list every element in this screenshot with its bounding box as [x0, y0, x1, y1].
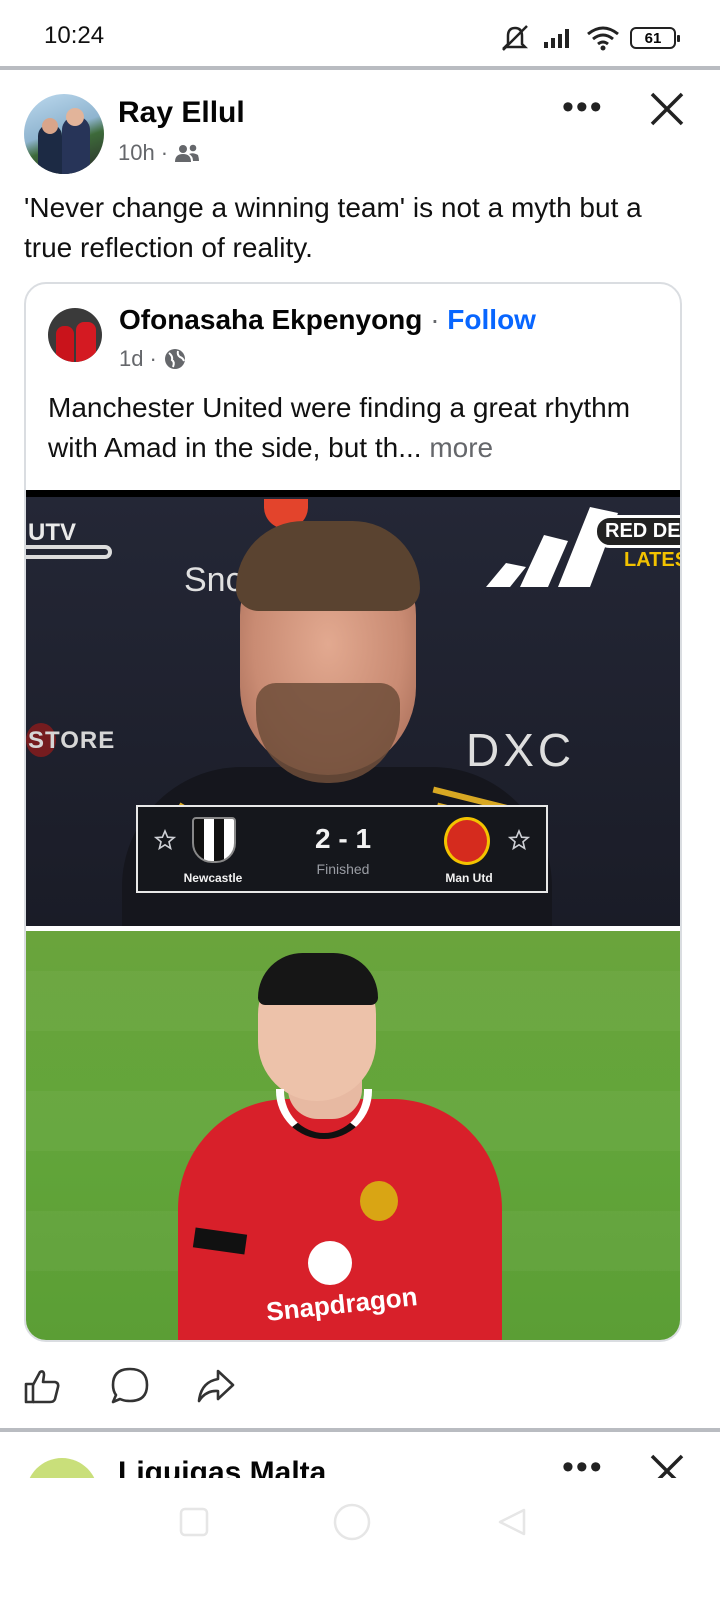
comment-icon[interactable] — [110, 1366, 150, 1406]
more-options-icon[interactable]: ••• — [562, 90, 604, 124]
home-button-icon[interactable] — [332, 1502, 372, 1542]
shared-author[interactable]: Ofonasaha Ekpenyong — [119, 304, 422, 335]
player-image[interactable]: Snapdragon — [26, 928, 680, 1340]
favorite-star-icon — [154, 829, 176, 851]
press-conference-image[interactable]: UTV Snc RED DEV LATES STORE DXC Newcastl… — [26, 490, 682, 926]
like-icon[interactable] — [22, 1366, 62, 1406]
shared-time[interactable]: 1d — [119, 346, 143, 372]
back-button-icon[interactable] — [496, 1506, 528, 1538]
close-icon[interactable] — [648, 90, 686, 128]
friends-icon — [175, 144, 200, 162]
recents-button-icon[interactable] — [178, 1506, 210, 1538]
wifi-icon — [587, 26, 619, 51]
post-author[interactable]: Ray Ellul — [118, 96, 245, 130]
away-team: Man Utd — [445, 871, 493, 885]
shared-author-line: Ofonasaha Ekpenyong · Follow — [119, 304, 536, 336]
see-more-link[interactable]: more — [429, 432, 493, 463]
author-separator: · — [430, 304, 440, 335]
utv-logo: UTV — [28, 519, 76, 546]
shared-text: Manchester United were finding a great r… — [48, 388, 668, 468]
shared-author-avatar[interactable] — [48, 308, 102, 362]
backdrop-sponsor: Snc — [184, 561, 243, 599]
signal-icon — [544, 29, 569, 48]
close-icon[interactable] — [648, 1452, 686, 1478]
share-icon[interactable] — [196, 1366, 236, 1406]
battery-icon: 61 — [630, 27, 680, 49]
globe-icon — [164, 349, 185, 369]
man-utd-crest — [444, 817, 490, 865]
post-time[interactable]: 10h — [118, 140, 155, 166]
favorite-star-icon — [508, 829, 530, 851]
shared-meta-separator: · — [149, 346, 157, 371]
status-bar: 10:24 61 — [0, 0, 720, 70]
next-post: Liquigas Malta ••• — [0, 1432, 720, 1478]
post-actions — [0, 1360, 720, 1420]
home-team: Newcastle — [183, 871, 243, 885]
follow-button[interactable]: Follow — [447, 304, 536, 335]
match-status: Finished — [316, 861, 370, 877]
divider — [0, 66, 720, 70]
post-meta: 10h · — [118, 140, 200, 166]
status-icons: 61 — [498, 24, 680, 52]
system-nav-bar — [0, 1478, 720, 1600]
more-options-icon[interactable]: ••• — [562, 1450, 604, 1478]
next-post-author[interactable]: Liquigas Malta — [118, 1456, 326, 1478]
author-avatar[interactable] — [24, 94, 104, 174]
status-time: 10:24 — [44, 22, 105, 49]
shared-text-body: Manchester United were finding a great r… — [48, 392, 631, 463]
dxc-logo: DXC — [466, 724, 576, 776]
mute-icon — [501, 25, 529, 51]
channel-subtag: LATES — [624, 549, 682, 571]
store-logo: STORE — [28, 727, 116, 754]
shared-post-card[interactable]: Ofonasaha Ekpenyong · Follow 1d · Manche… — [24, 282, 682, 1342]
scoreboard: Newcastle 2 - 1 Finished Man Utd — [136, 805, 548, 893]
newcastle-crest — [192, 817, 236, 863]
channel-tag: RED DEV — [594, 515, 680, 548]
post-text: 'Never change a winning team' is not a m… — [24, 192, 642, 263]
shared-meta: 1d · — [119, 346, 187, 372]
meta-separator: · — [160, 140, 169, 165]
next-author-avatar[interactable] — [26, 1458, 98, 1478]
match-score: 2 - 1 — [314, 823, 372, 854]
